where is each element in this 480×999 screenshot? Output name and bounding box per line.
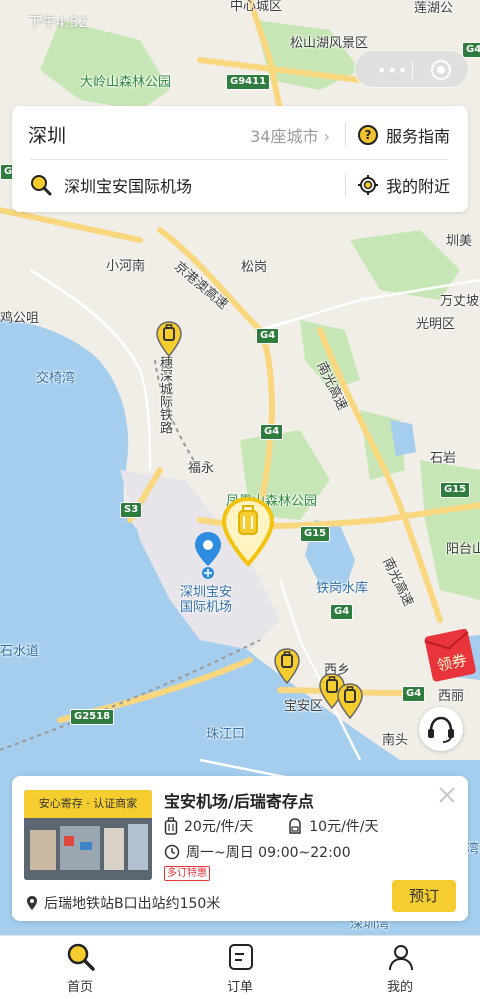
search-icon [31,175,52,196]
tab-home[interactable]: 首页 [0,936,160,999]
city-selector[interactable]: 深圳 [28,121,66,148]
store-info-card[interactable]: 安心寄存 · 认证商家 宝安机场/后瑞寄存点 20元/件/天 10元/件/天 周… [12,776,468,921]
target-icon[interactable] [431,60,451,80]
price-large-item: 20元/件/天 [164,816,253,836]
luggage-pin-icon[interactable] [155,320,183,360]
map-label: 大岭山森林公园 [80,75,172,90]
search-card: 深圳 34座城市 › ? 服务指南 深圳宝安国际机场 我的附近 [12,106,468,212]
map-label: 石岩 [430,451,457,466]
service-guide-button[interactable]: ? 服务指南 [358,123,450,147]
highway-shield: G4 [256,328,280,344]
city-count-label: 34座城市 [250,127,319,146]
highway-shield: S3 [120,502,143,518]
map-label: 小河南 [106,259,146,274]
highway-shield: G15 [300,526,331,542]
map-label: 石水道 [0,644,40,659]
map-label: 阳台山 [446,542,480,557]
luggage-pin-selected-icon[interactable] [221,496,275,568]
highway-shield: G4 [260,424,284,440]
tab-orders[interactable]: 订单 [160,936,320,999]
map-label: 中心城区 [230,0,283,14]
divider [345,122,346,146]
location-target-icon [358,175,378,195]
highway-shield: G4 [402,686,426,702]
map-label: 铁岗水库 [316,581,369,596]
divider [30,159,448,160]
tab-profile[interactable]: 我的 [320,936,480,999]
store-address: 后瑞地铁站B口出站约150米 [26,893,220,913]
user-icon [389,945,413,971]
suitcase-icon [164,817,178,835]
headset-icon [428,716,454,743]
coupon-button[interactable]: 领券 [422,626,480,682]
chevron-right-icon: › [323,127,330,146]
highway-shield: G4 [462,42,480,58]
highway-shield: G2518 [70,709,115,725]
hours-text: 周一~周日 09:00~22:00 [186,845,351,861]
search-icon [67,943,95,971]
price-small-item: 10元/件/天 [287,816,379,836]
location-pin-icon [27,896,37,910]
status-time: 下午4:52 [28,15,88,31]
map-label: 莲湖公 [414,1,454,16]
highway-shield: G4 [330,604,354,620]
map-label: 光明区 [416,317,456,332]
search-query: 深圳宝安国际机场 [64,177,193,196]
map-label: 圳美 [446,234,473,249]
map-label: 南头 [382,733,409,748]
address-text: 后瑞地铁站B口出站约150米 [44,896,221,912]
question-icon: ? [358,125,378,145]
map-label: 穗深城际铁路 [156,356,172,434]
tab-orders-label: 订单 [226,980,253,995]
divider [345,173,346,197]
search-input[interactable]: 深圳宝安国际机场 [30,173,192,197]
backpack-icon [289,818,301,834]
airport-pin-icon[interactable] [193,530,223,580]
luggage-pin-icon[interactable] [273,647,301,687]
bottom-tab-bar: 首页 订单 我的 [0,935,480,999]
service-guide-label: 服务指南 [386,127,451,146]
tab-profile-label: 我的 [386,980,413,995]
highway-shield: G9411 [226,74,271,90]
opening-hours: 周一~周日 09:00~22:00 [164,842,351,862]
map-label: 福永 [188,461,215,476]
order-icon [229,944,253,970]
book-button[interactable]: 预订 [392,880,456,912]
close-icon[interactable] [436,784,458,806]
tab-home-label: 首页 [66,980,93,995]
price-row: 20元/件/天 10元/件/天 [164,816,413,836]
map-label: 西丽 [438,689,465,704]
more-dots-icon[interactable]: ••• [377,61,408,80]
mini-program-capsule[interactable]: ••• [354,50,469,88]
price-large: 20元/件/天 [184,819,254,835]
map-label: 珠江口 [206,727,246,742]
capsule-divider [412,61,413,79]
certified-badge: 安心寄存 · 认证商家 [24,790,152,818]
map-label: 松岗 [241,260,268,275]
nearby-button[interactable]: 我的附近 [358,173,450,197]
city-count-link[interactable]: 34座城市 › [250,123,330,147]
map-label: 松山湖风景区 [290,36,369,51]
promo-tag: 多订特惠 [164,866,210,881]
nearby-label: 我的附近 [386,177,451,196]
highway-shield: G15 [440,482,471,498]
customer-service-button[interactable] [419,707,463,751]
store-name: 宝安机场/后瑞寄存点 [164,792,314,811]
map-label: 交椅湾 [36,371,76,386]
map-label: 鸡公咀 [0,311,40,326]
luggage-pin-icon[interactable] [336,682,364,722]
clock-icon [164,844,180,860]
price-small: 10元/件/天 [309,819,379,835]
map-label-airport: 深圳宝安 国际机场 [180,585,233,615]
store-photo: 安心寄存 · 认证商家 [24,790,152,880]
map-label: 万丈坡 [440,294,480,309]
